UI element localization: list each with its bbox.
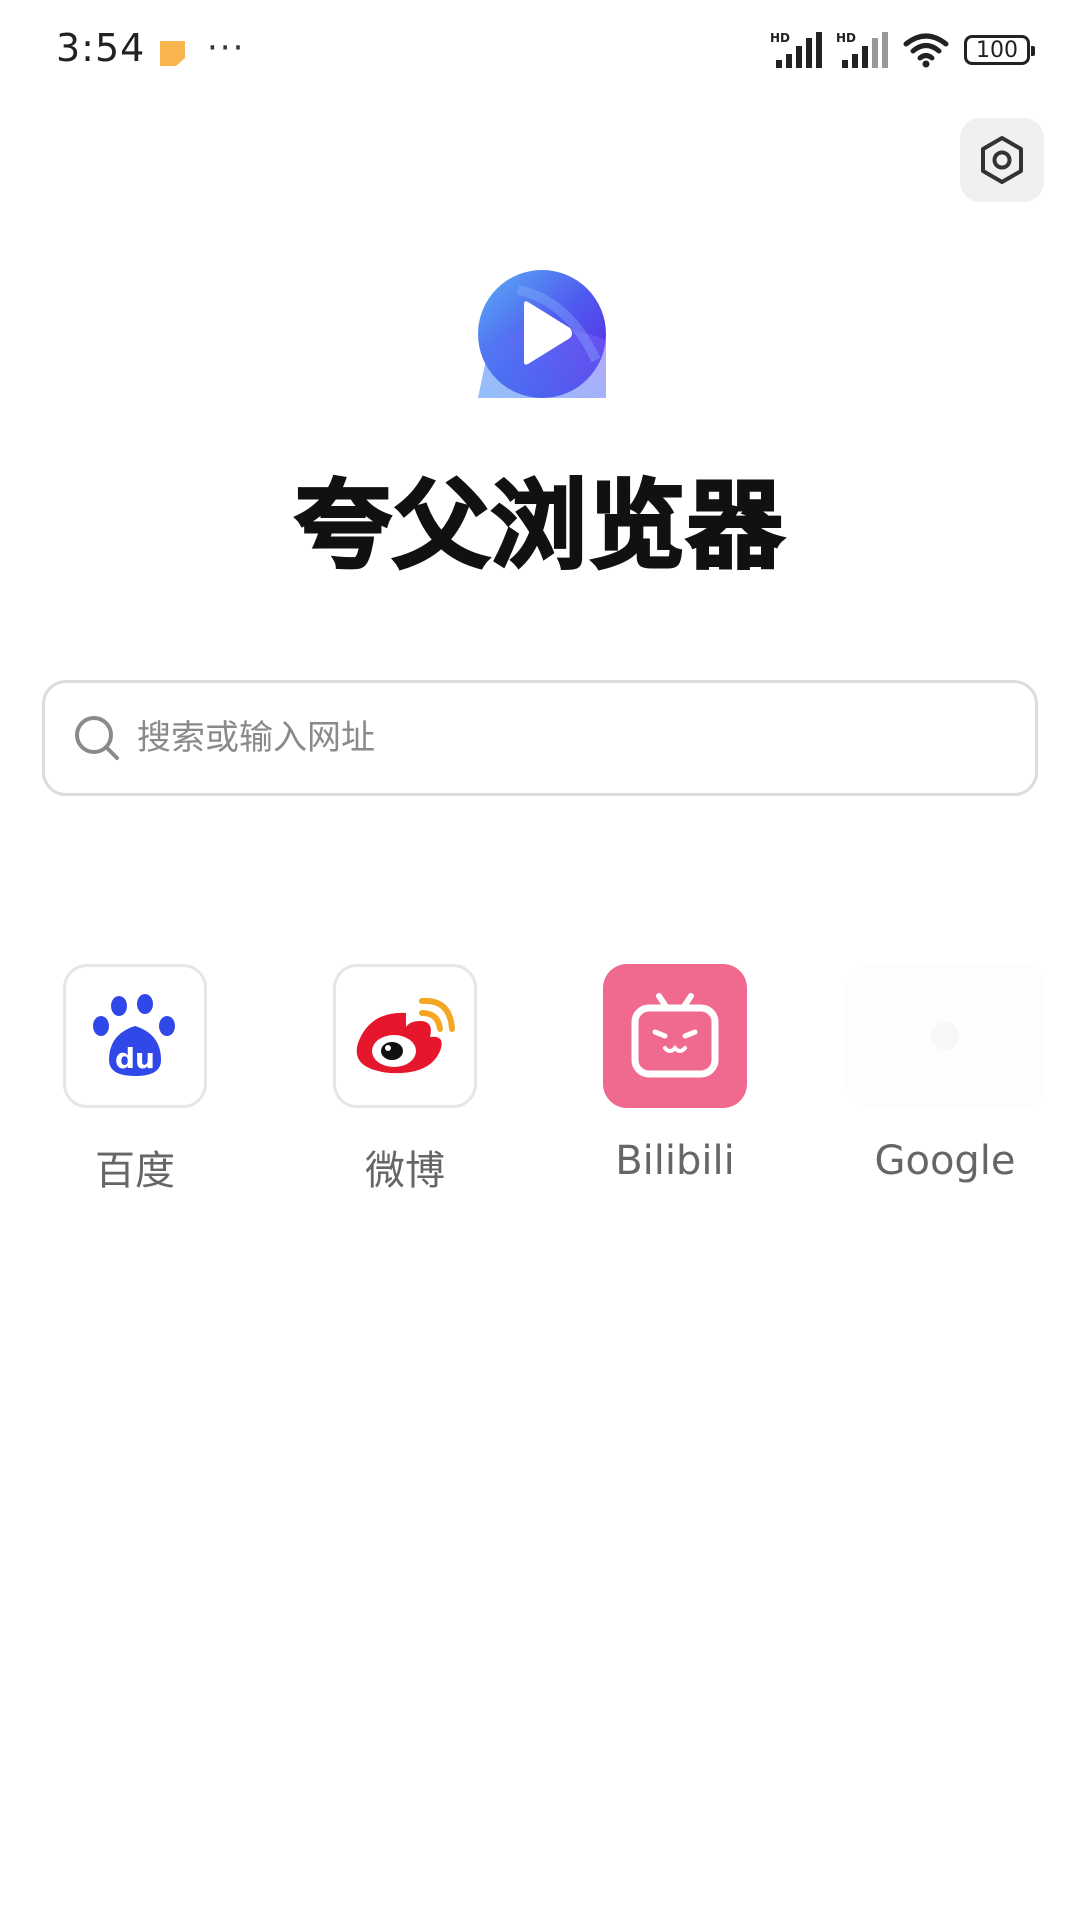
shortcut-label: 微博 bbox=[365, 1148, 445, 1194]
shortcut-label: Google bbox=[874, 1138, 1016, 1184]
notification-icon bbox=[160, 41, 185, 66]
search-icon bbox=[75, 716, 119, 760]
signal-hd-icon: HD bbox=[836, 31, 888, 68]
bilibili-icon bbox=[631, 993, 719, 1078]
shortcut-google[interactable]: Google bbox=[845, 964, 1045, 1184]
shortcut-weibo[interactable]: 微博 bbox=[305, 964, 505, 1196]
shortcut-baidu[interactable]: du 百度 bbox=[35, 964, 235, 1196]
battery-level: 100 bbox=[976, 37, 1018, 63]
shortcut-label: Bilibili bbox=[615, 1138, 735, 1184]
google-icon-tile[interactable] bbox=[845, 964, 1045, 1108]
svg-text:HD: HD bbox=[836, 31, 856, 45]
status-icons: HD HD 100 bbox=[770, 30, 1035, 70]
weibo-icon-tile[interactable] bbox=[333, 964, 477, 1108]
search-input[interactable] bbox=[135, 717, 999, 759]
svg-text:du: du bbox=[115, 1042, 155, 1075]
battery-icon: 100 bbox=[964, 35, 1035, 65]
google-icon bbox=[931, 1022, 959, 1050]
more-notifications-icon: ··· bbox=[207, 28, 246, 68]
play-logo-icon bbox=[478, 270, 606, 398]
settings-button[interactable] bbox=[960, 118, 1044, 202]
baidu-icon: du bbox=[93, 994, 175, 1076]
svg-text:HD: HD bbox=[770, 31, 790, 45]
signal-hd-icon: HD bbox=[770, 31, 822, 68]
bilibili-icon-tile[interactable] bbox=[603, 964, 747, 1108]
search-bar[interactable] bbox=[42, 680, 1038, 796]
app-title: 夸父浏览器 bbox=[294, 469, 785, 584]
weibo-icon bbox=[356, 997, 455, 1074]
shortcut-bilibili[interactable]: Bilibili bbox=[575, 964, 775, 1184]
status-time: 3:54 bbox=[56, 26, 146, 70]
browser-home-page: 3:54 ··· HD HD 100 夸父浏览器 搜索或输入网址 du 百度 微… bbox=[0, 0, 1080, 1920]
wifi-icon bbox=[903, 33, 949, 68]
settings-icon bbox=[981, 136, 1023, 184]
shortcut-label: 百度 bbox=[95, 1148, 175, 1194]
baidu-icon-tile[interactable]: du bbox=[63, 964, 207, 1108]
